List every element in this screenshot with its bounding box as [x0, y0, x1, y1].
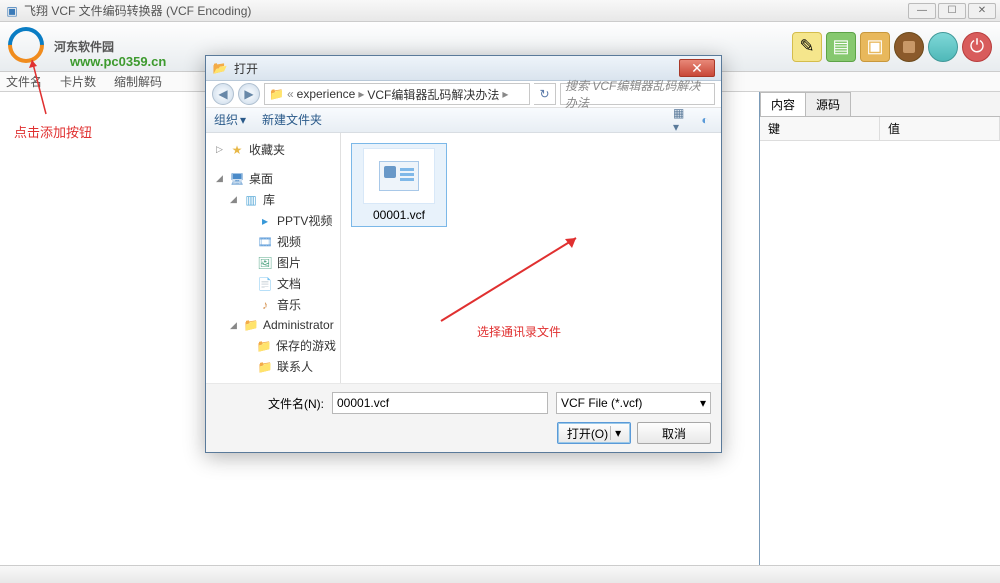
chevron-right-icon: ▸ — [358, 87, 364, 101]
tree-item-favorites[interactable]: ▷★收藏夹 — [210, 139, 336, 160]
close-button[interactable]: ✕ — [968, 3, 996, 19]
nav-forward-button[interactable]: ▶ — [238, 83, 260, 105]
star-icon: ★ — [229, 142, 245, 158]
toolbar-icons: ✎ ▤ ▣ ⏻ — [792, 32, 992, 62]
tree-item-documents[interactable]: 📄文档 — [210, 273, 336, 294]
header-key: 键 — [760, 117, 880, 140]
logo-url: www.pc0359.cn — [70, 54, 166, 69]
annotation-select-file: 选择通讯录文件 — [477, 323, 561, 340]
dialog-footer: 文件名(N): VCF File (*.vcf) ▾ 打开(O) ▾ 取消 — [206, 383, 721, 452]
music-icon: ♪ — [257, 297, 273, 313]
note-icon[interactable]: ✎ — [792, 32, 822, 62]
chevron-down-icon: ▾ — [240, 113, 246, 127]
new-folder-button[interactable]: 新建文件夹 — [262, 111, 322, 128]
box-icon[interactable]: ▣ — [860, 32, 890, 62]
chevron-down-icon: ▾ — [700, 396, 706, 410]
view-button[interactable]: ▦ ▾ — [673, 112, 689, 128]
col-cardcount: 卡片数 — [60, 73, 96, 90]
file-thumbnail — [363, 148, 435, 204]
maximize-button[interactable]: ☐ — [938, 3, 966, 19]
globe-icon[interactable] — [928, 32, 958, 62]
tree-item-video[interactable]: 🎞视频 — [210, 231, 336, 252]
search-input[interactable]: 搜索 VCF编辑器乱码解决办法 — [560, 83, 715, 105]
cancel-button[interactable]: 取消 — [637, 422, 711, 444]
status-bar — [0, 565, 1000, 583]
folder-tree: ▷★收藏夹 ◢🖥桌面 ◢▥库 ▸PPTV视频 🎞视频 🖼图片 📄文档 ♪音乐 ◢… — [206, 133, 341, 383]
nav-back-button[interactable]: ◀ — [212, 83, 234, 105]
path-segment[interactable]: VCF编辑器乱码解决办法 — [367, 86, 499, 103]
refresh-button[interactable]: ↻ — [534, 83, 556, 105]
film-icon: 🎞 — [257, 234, 273, 250]
minimize-button[interactable]: — — [908, 3, 936, 19]
filetype-select[interactable]: VCF File (*.vcf) ▾ — [556, 392, 711, 414]
breadcrumb[interactable]: 📁 « experience ▸ VCF编辑器乱码解决办法 ▸ — [264, 83, 530, 105]
vcard-icon — [379, 161, 419, 191]
dialog-nav: ◀ ▶ 📁 « experience ▸ VCF编辑器乱码解决办法 ▸ ↻ 搜索… — [206, 81, 721, 108]
tab-source[interactable]: 源码 — [805, 92, 851, 116]
picture-icon: 🖼 — [257, 255, 273, 271]
help-icon[interactable]: ◐ — [697, 112, 713, 128]
right-tabs: 内容 源码 — [760, 92, 1000, 117]
app-icon: ▣ — [4, 3, 20, 19]
document-icon: 📄 — [257, 276, 273, 292]
chevron-right-icon: ▸ — [502, 87, 508, 101]
tree-item-administrator[interactable]: ◢📁Administrator — [210, 315, 336, 335]
video-icon: ▸ — [257, 213, 273, 229]
tree-item-music[interactable]: ♪音乐 — [210, 294, 336, 315]
open-file-dialog: 📂 打开 ✕ ◀ ▶ 📁 « experience ▸ VCF编辑器乱码解决办法… — [205, 55, 722, 453]
library-icon: ▥ — [243, 192, 259, 208]
tree-item-contacts[interactable]: 📁联系人 — [210, 356, 336, 377]
tree-item-pictures[interactable]: 🖼图片 — [210, 252, 336, 273]
logo-text: 河东软件园 — [54, 38, 114, 55]
col-decode: 缩制解码 — [114, 73, 162, 90]
window-title: 飞翔 VCF 文件编码转换器 (VCF Encoding) — [24, 2, 908, 19]
folder-icon: 📁 — [257, 359, 273, 375]
open-button[interactable]: 打开(O) ▾ — [557, 422, 631, 444]
book-icon[interactable]: ▤ — [826, 32, 856, 62]
tree-item-games[interactable]: 📁保存的游戏 — [210, 335, 336, 356]
tree-item-pptv[interactable]: ▸PPTV视频 — [210, 210, 336, 231]
desktop-icon: 🖥 — [229, 171, 245, 187]
dialog-body: ▷★收藏夹 ◢🖥桌面 ◢▥库 ▸PPTV视频 🎞视频 🖼图片 📄文档 ♪音乐 ◢… — [206, 133, 721, 383]
tree-item-desktop[interactable]: ◢🖥桌面 — [210, 168, 336, 189]
folder-open-icon: 📂 — [212, 60, 228, 76]
user-icon: 📁 — [243, 317, 259, 333]
dialog-close-button[interactable]: ✕ — [679, 59, 715, 77]
right-header: 键 值 — [760, 117, 1000, 141]
filename-input[interactable] — [332, 392, 548, 414]
file-list-area[interactable]: 00001.vcf 选择通讯录文件 — [341, 133, 721, 383]
main-titlebar: ▣ 飞翔 VCF 文件编码转换器 (VCF Encoding) — ☐ ✕ — [0, 0, 1000, 22]
path-segment[interactable]: experience — [297, 87, 356, 101]
right-content-area — [760, 141, 1000, 565]
arrow-annotation-icon — [421, 233, 581, 328]
window-controls: — ☐ ✕ — [908, 3, 996, 19]
right-pane: 内容 源码 键 值 — [760, 92, 1000, 565]
clip-icon[interactable] — [894, 32, 924, 62]
file-label: 00001.vcf — [373, 208, 425, 222]
chevron-down-icon: ▾ — [610, 426, 621, 440]
path-sep: « — [287, 87, 294, 101]
annotation-add-button: 点击添加按钮 — [14, 122, 92, 141]
arrow-up-icon — [28, 56, 58, 116]
tree-item-libraries[interactable]: ◢▥库 — [210, 189, 336, 210]
folder-icon: 📁 — [269, 87, 284, 101]
power-icon[interactable]: ⏻ — [962, 32, 992, 62]
tab-content[interactable]: 内容 — [760, 92, 806, 116]
dialog-title: 打开 — [234, 60, 679, 77]
organize-button[interactable]: 组织 ▾ — [214, 111, 246, 128]
filename-label: 文件名(N): — [216, 395, 324, 412]
file-item-vcf[interactable]: 00001.vcf — [351, 143, 447, 227]
dialog-toolbar: 组织 ▾ 新建文件夹 ▦ ▾ ◐ — [206, 108, 721, 133]
folder-icon: 📁 — [257, 338, 272, 354]
header-value: 值 — [880, 117, 1000, 140]
